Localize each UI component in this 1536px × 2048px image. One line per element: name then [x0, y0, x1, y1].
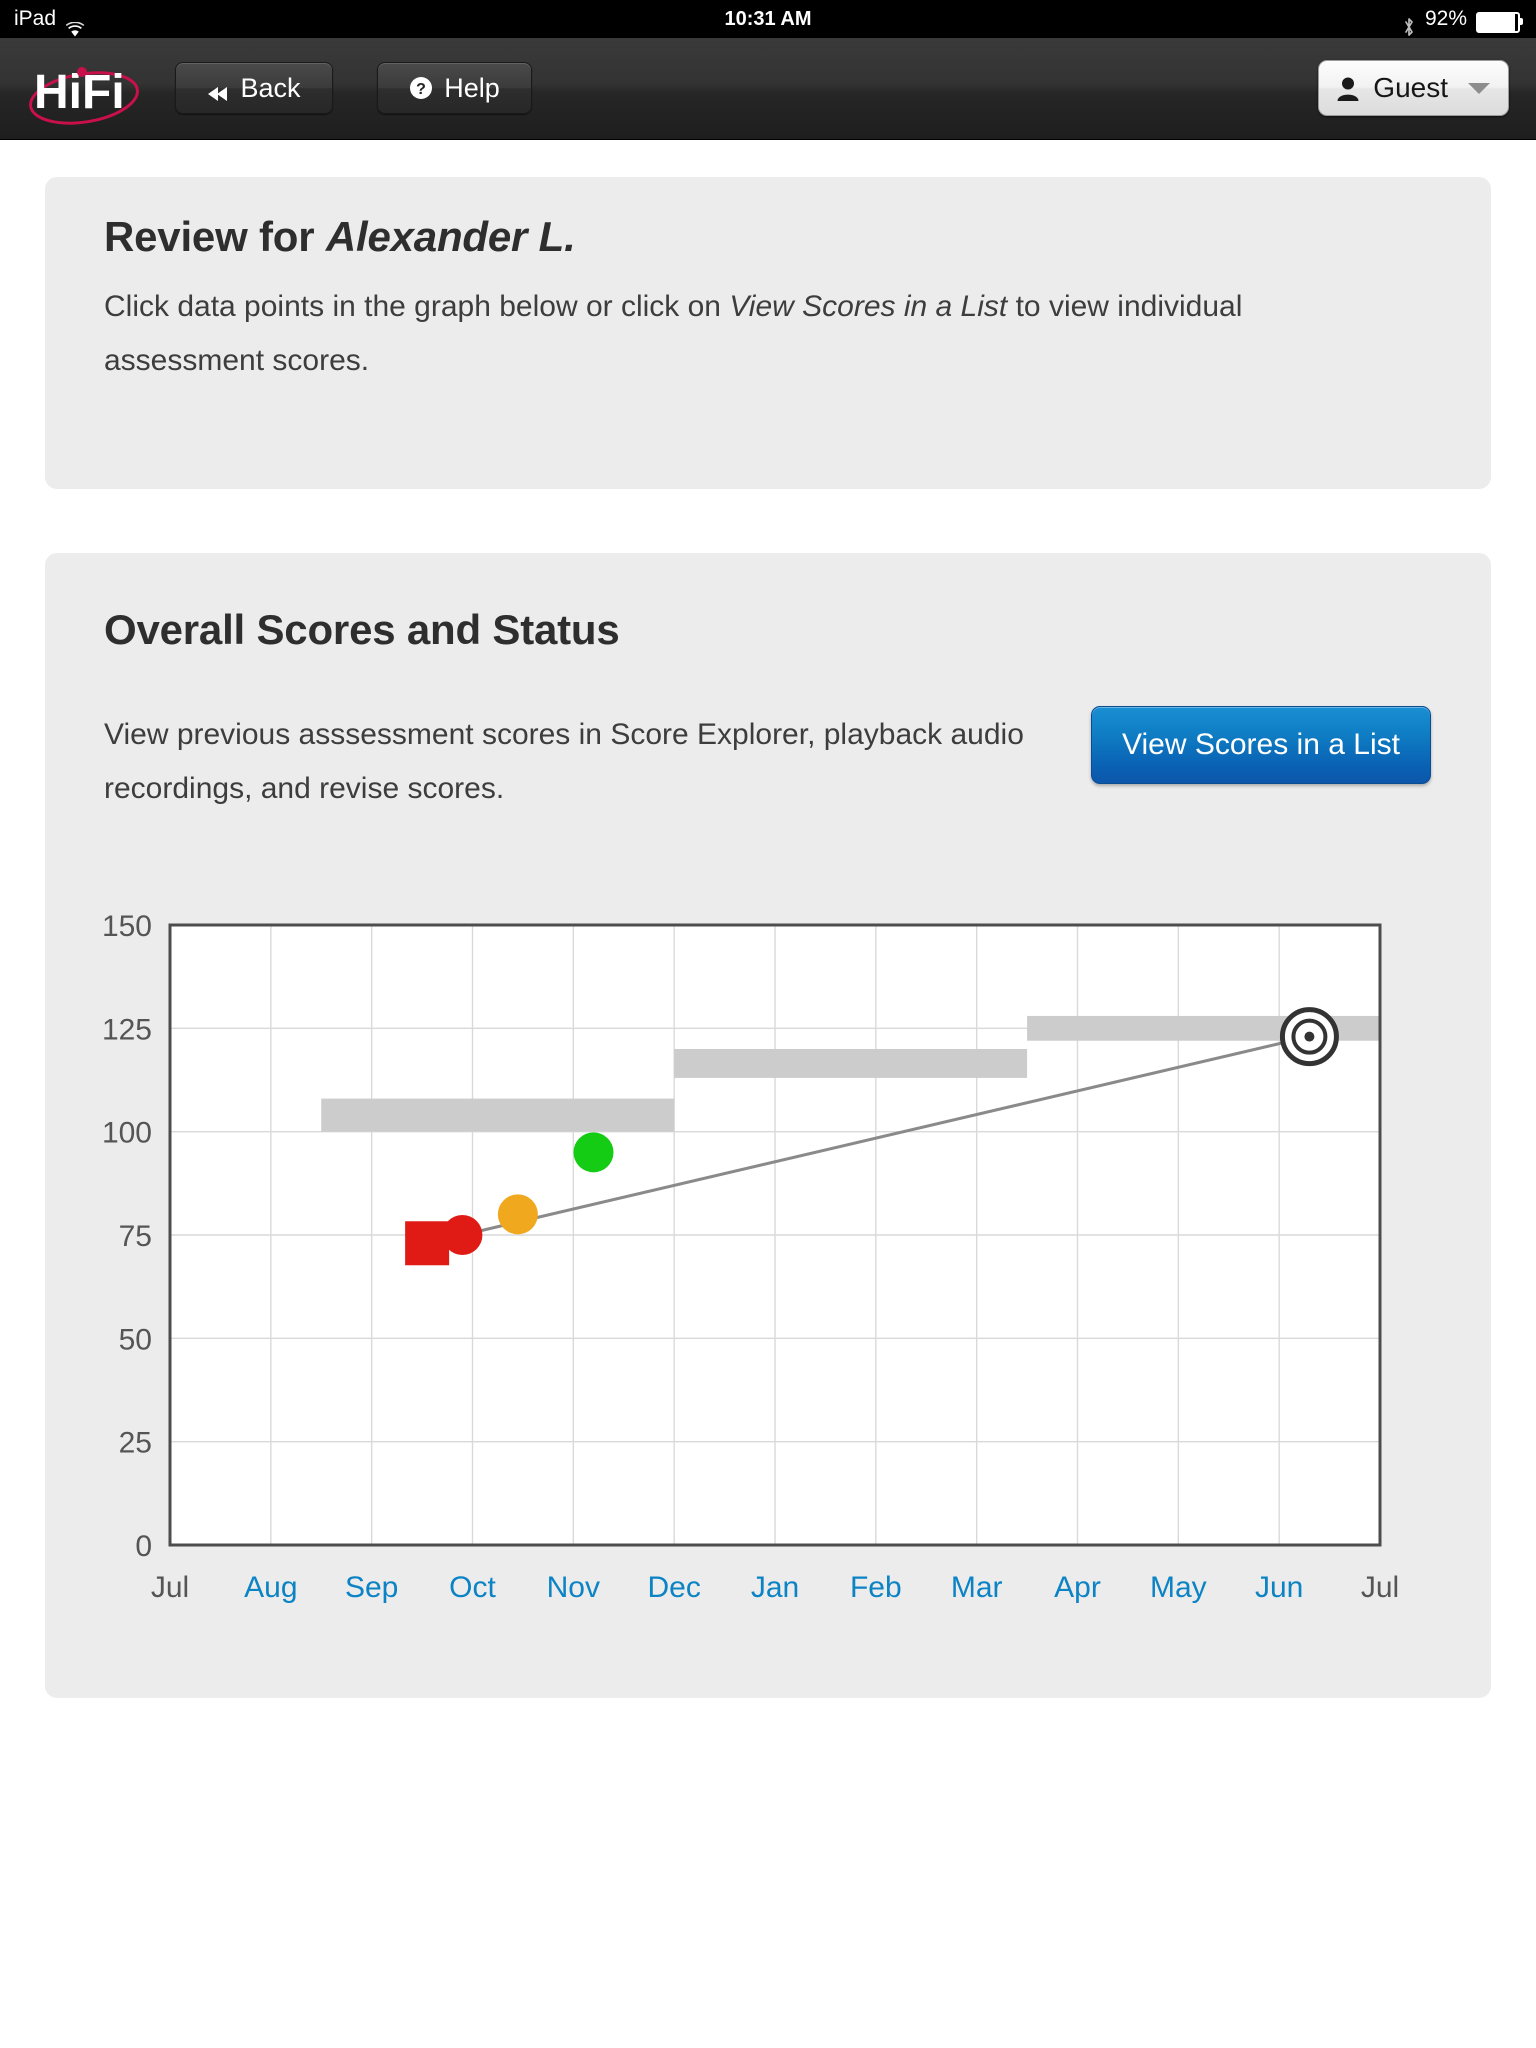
y-axis-tick-label: 0: [135, 1530, 152, 1563]
page-title-student: Alexander L.: [325, 213, 576, 260]
overall-scores-panel: Overall Scores and Status View previous …: [45, 553, 1491, 1698]
person-icon: [1337, 76, 1359, 102]
status-bar-clock: 10:31 AM: [724, 8, 812, 30]
x-axis-tick-label[interactable]: Aug: [244, 1571, 297, 1604]
status-bar-right: 92%: [1402, 0, 1523, 38]
page-title: Review for Alexander L.: [104, 213, 576, 261]
y-axis-tick-label: 125: [102, 1013, 152, 1046]
back-button-label: Back: [240, 72, 301, 103]
review-instructions: Click data points in the graph below or …: [104, 280, 1354, 388]
x-axis-tick-label[interactable]: Feb: [850, 1571, 902, 1604]
chevron-down-icon: [1468, 82, 1490, 94]
x-axis-tick-label[interactable]: Sep: [345, 1571, 398, 1604]
user-menu-label: Guest: [1373, 72, 1448, 103]
chart-point-red[interactable]: [442, 1215, 483, 1255]
x-axis-tick-label[interactable]: Jul: [1361, 1571, 1399, 1604]
benchmark-band-2: [674, 1049, 1028, 1078]
x-axis-tick-label[interactable]: Jul: [151, 1571, 189, 1604]
chart-point-red[interactable]: [405, 1221, 450, 1266]
question-mark-icon: ?: [409, 76, 433, 100]
y-axis-tick-label: 150: [102, 910, 152, 943]
x-axis-tick-label[interactable]: Oct: [449, 1571, 496, 1604]
section-description: View previous asssessment scores in Scor…: [104, 718, 1024, 805]
x-axis-tick-label[interactable]: Jun: [1255, 1571, 1303, 1604]
x-axis-tick-label[interactable]: Jan: [751, 1571, 799, 1604]
hifi-logo: HiFi: [22, 56, 152, 130]
y-axis-tick-label: 50: [119, 1323, 152, 1356]
back-button[interactable]: Back: [175, 62, 333, 114]
review-panel: Review for Alexander L. Click data point…: [45, 177, 1491, 489]
plot-border: [168, 923, 1382, 1547]
y-axis-tick-label: 25: [119, 1427, 152, 1460]
help-button[interactable]: ? Help: [377, 62, 532, 114]
help-button-label: Help: [444, 72, 500, 103]
x-axis-tick-label[interactable]: May: [1150, 1571, 1207, 1604]
chart-point-goal-target[interactable]: [1279, 1007, 1339, 1067]
x-axis-tick-label[interactable]: Dec: [647, 1571, 700, 1604]
svg-text:?: ?: [416, 81, 426, 98]
y-axis-tick-label: 75: [119, 1220, 152, 1253]
section-title: Overall Scores and Status: [104, 606, 620, 653]
user-menu-button[interactable]: Guest: [1318, 60, 1509, 116]
battery-icon: [1476, 11, 1523, 33]
instructions-emphasis: View Scores in a List: [729, 290, 1008, 323]
benchmark-band-3: [1027, 1015, 1380, 1041]
y-axis-tick-label: 100: [102, 1117, 152, 1150]
rewind-icon: [207, 79, 229, 101]
app-header-bar: HiFi Back ? Help Guest: [0, 38, 1536, 140]
x-axis-tick-label[interactable]: Apr: [1054, 1571, 1101, 1604]
ios-status-bar: iPad 10:31 AM 92%: [0, 0, 1536, 38]
chart-point-yellow[interactable]: [497, 1194, 538, 1235]
bluetooth-icon: [1402, 12, 1416, 36]
x-axis-tick-label[interactable]: Nov: [547, 1571, 600, 1604]
view-scores-in-list-button[interactable]: View Scores in a List: [1091, 706, 1431, 784]
plot-background: [170, 925, 1380, 1545]
benchmark-band-1: [321, 1098, 675, 1132]
battery-percent-label: 92%: [1424, 7, 1467, 30]
page-title-prefix: Review for: [104, 213, 326, 260]
x-axis-tick-label[interactable]: Mar: [951, 1571, 1003, 1604]
chart-point-green[interactable]: [573, 1132, 614, 1173]
goal-line: [462, 1035, 1310, 1237]
instructions-part1: Click data points in the graph below or …: [104, 290, 730, 323]
